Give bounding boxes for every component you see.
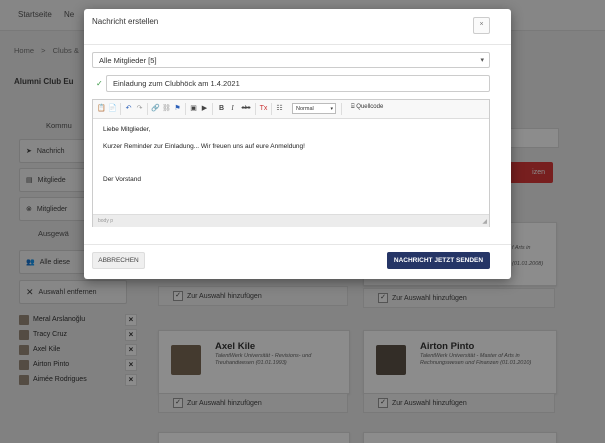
- page: Startseite Ne Home > Clubs & Alumni Club…: [0, 0, 605, 443]
- divider: [255, 103, 256, 115]
- subject-value: Einladung zum Clubhöck am 1.4.2021: [113, 79, 240, 88]
- divider: [212, 103, 213, 115]
- divider: [185, 103, 186, 115]
- italic-button[interactable]: I: [228, 104, 237, 113]
- element-path[interactable]: body p: [98, 218, 113, 224]
- check-icon: ✓: [96, 79, 103, 88]
- recipient-value: Alle Mitglieder [5]: [99, 55, 157, 65]
- paste-icon[interactable]: 📋: [97, 104, 106, 113]
- paragraph-format-select[interactable]: Normal ▾: [292, 103, 336, 114]
- divider: [271, 103, 272, 115]
- rich-text-editor: 📋 📄 ↶ ↷ 🔗 ⛓ ⚑ ▣ ▶ B I abc Tx ☷ Normal ▾ …: [92, 99, 490, 227]
- remove-format-icon[interactable]: Tx: [259, 104, 268, 113]
- recipient-select[interactable]: Alle Mitglieder [5] ▾: [92, 52, 490, 68]
- image-icon[interactable]: ▣: [189, 104, 198, 113]
- paste-text-icon[interactable]: 📄: [108, 104, 117, 113]
- video-icon[interactable]: ▶: [200, 104, 209, 113]
- editor-content[interactable]: Liebe Mitglieder, Kurzer Reminder zur Ei…: [93, 118, 489, 214]
- editor-statusbar: body p ◢: [93, 214, 489, 227]
- numbered-list-icon[interactable]: ☷: [275, 104, 284, 113]
- editor-toolbar: 📋 📄 ↶ ↷ 🔗 ⛓ ⚑ ▣ ▶ B I abc Tx ☷ Normal ▾ …: [93, 100, 489, 119]
- divider: [120, 103, 121, 115]
- unlink-icon[interactable]: ⛓: [162, 104, 171, 113]
- source-icon: ⌸: [351, 104, 355, 110]
- source-label: Quellcode: [356, 104, 384, 110]
- format-value: Normal: [296, 106, 314, 112]
- editor-line: Liebe Mitglieder,: [103, 126, 151, 133]
- bold-button[interactable]: B: [217, 104, 226, 113]
- link-icon[interactable]: 🔗: [151, 104, 160, 113]
- close-button[interactable]: ×: [473, 17, 490, 34]
- editor-line: Kurzer Reminder zur Einladung... Wir fre…: [103, 143, 305, 150]
- cancel-button[interactable]: ABBRECHEN: [92, 252, 145, 269]
- redo-icon[interactable]: ↷: [135, 104, 144, 113]
- resize-handle-icon[interactable]: ◢: [482, 218, 487, 225]
- subject-input[interactable]: Einladung zum Clubhöck am 1.4.2021: [106, 75, 490, 92]
- divider: [341, 103, 342, 115]
- divider: [147, 103, 148, 115]
- send-message-button[interactable]: NACHRICHT JETZT SENDEN: [387, 252, 490, 269]
- close-icon: ×: [479, 21, 484, 28]
- source-code-button[interactable]: ⌸ Quellcode: [351, 104, 383, 111]
- undo-icon[interactable]: ↶: [124, 104, 133, 113]
- divider: [84, 244, 511, 245]
- anchor-flag-icon[interactable]: ⚑: [173, 104, 182, 113]
- compose-message-dialog: Nachricht erstellen × Alle Mitglieder [5…: [84, 9, 511, 279]
- chevron-down-icon: ▾: [330, 106, 333, 112]
- divider: [84, 44, 511, 45]
- chevron-down-icon: ▾: [480, 57, 484, 64]
- strikethrough-button[interactable]: abc: [239, 104, 253, 113]
- editor-line: Der Vorstand: [103, 176, 141, 183]
- dialog-title: Nachricht erstellen: [92, 17, 159, 26]
